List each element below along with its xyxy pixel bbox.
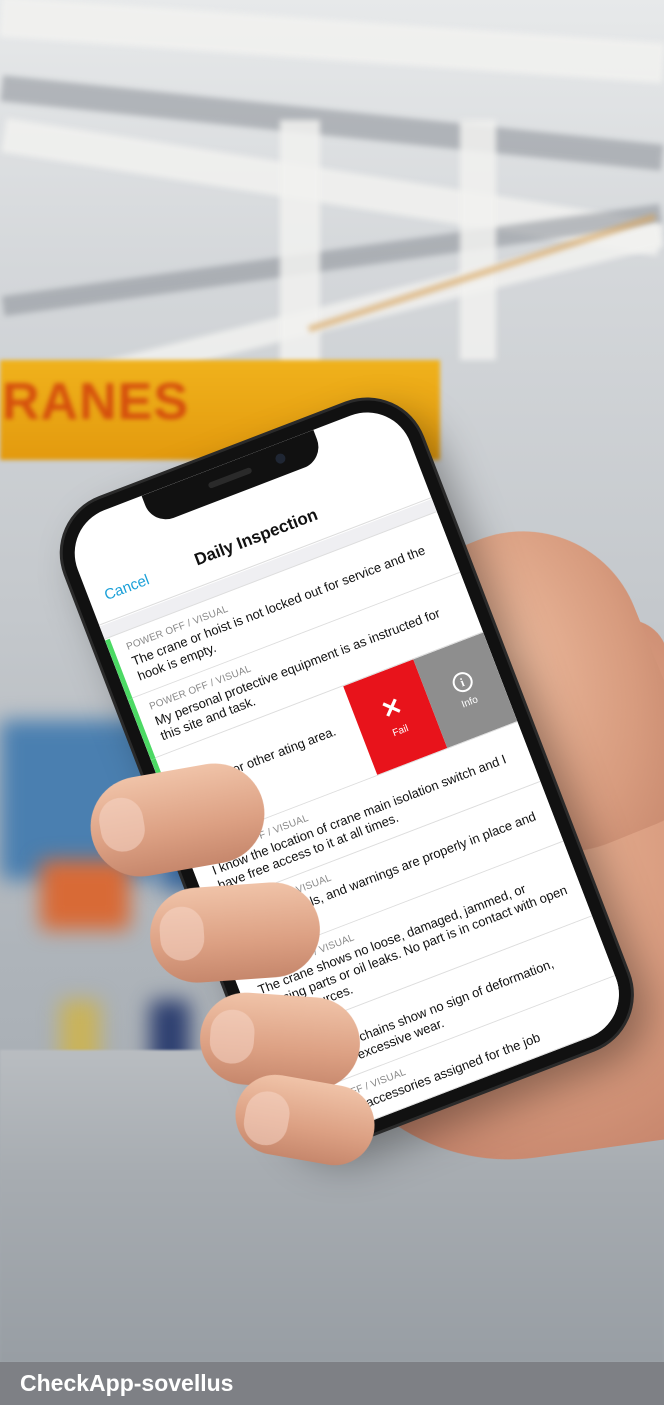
close-icon: ✕	[377, 692, 407, 725]
camera-icon	[274, 452, 287, 466]
info-label: Info	[460, 694, 480, 711]
middle-finger	[146, 879, 324, 986]
fail-label: Fail	[391, 723, 411, 740]
caption-banner: CheckApp-sovellus	[0, 1362, 664, 1405]
crane-sign-text: RANES	[2, 373, 190, 431]
caption-title: CheckApp-sovellus	[20, 1370, 234, 1396]
info-icon: i	[449, 669, 476, 696]
speaker	[207, 466, 253, 489]
